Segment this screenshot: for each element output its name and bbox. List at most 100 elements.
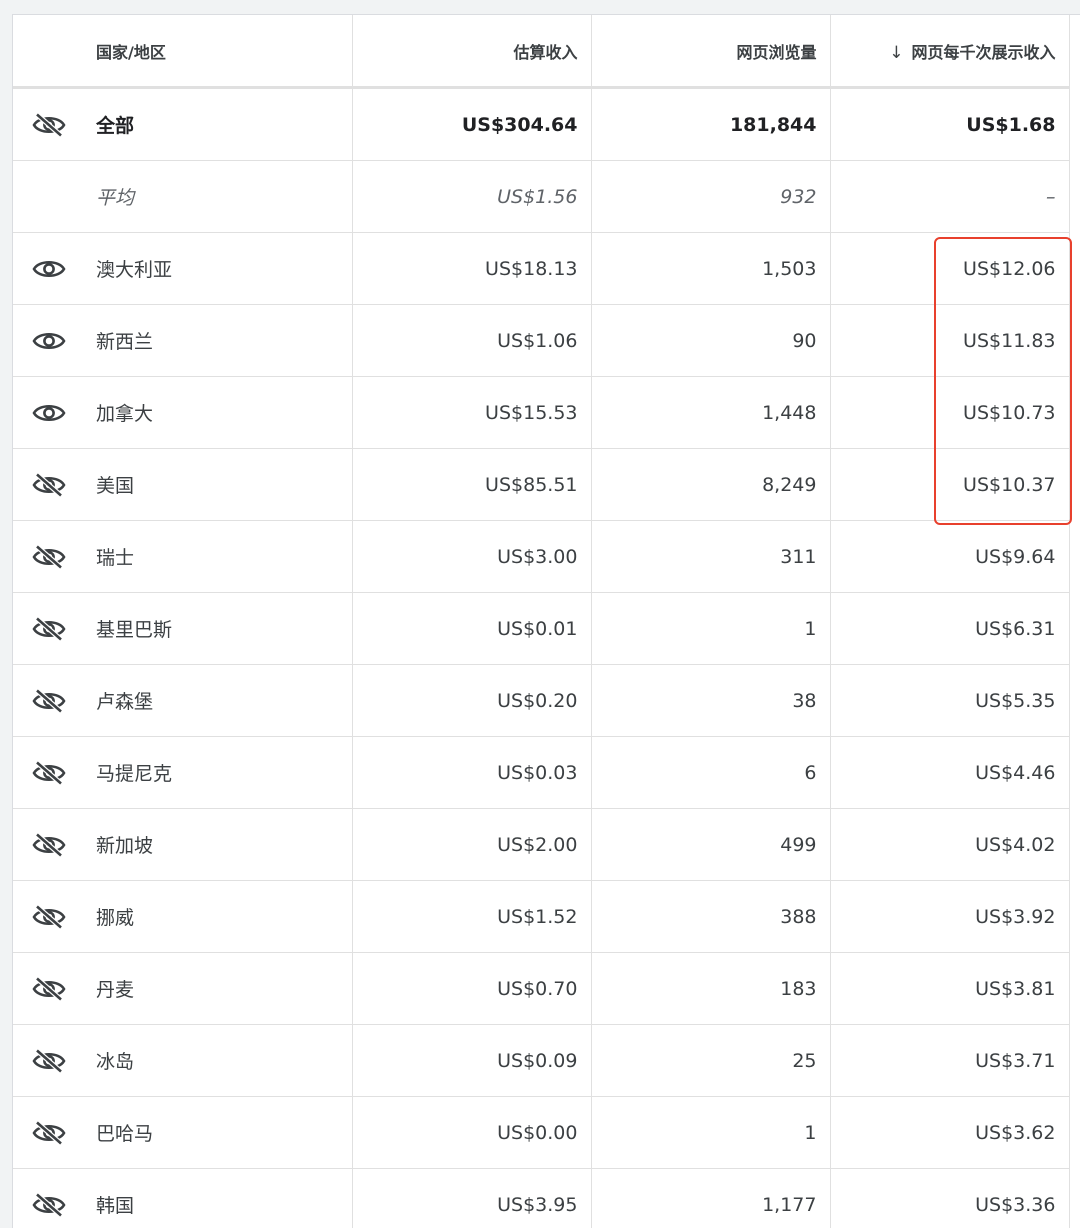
- revenue-cell: US$15.53: [352, 377, 591, 449]
- pageviews-cell: 388: [591, 881, 830, 953]
- eye-off-icon: [32, 545, 66, 569]
- table-row: 基里巴斯US$0.011US$6.31: [13, 593, 1069, 665]
- pageviews-cell: 1,448: [591, 377, 830, 449]
- visibility-toggle[interactable]: [13, 593, 84, 665]
- visibility-toggle[interactable]: [13, 809, 84, 881]
- country-name: 平均: [84, 161, 352, 233]
- rpm-cell: –: [830, 161, 1069, 233]
- visibility-toggle[interactable]: [13, 737, 84, 809]
- table-row: 卢森堡US$0.2038US$5.35: [13, 665, 1069, 737]
- header-rpm[interactable]: ↓网页每千次展示收入: [830, 15, 1069, 88]
- eye-icon: [32, 401, 66, 425]
- rpm-cell: US$5.35: [830, 665, 1069, 737]
- visibility-toggle[interactable]: [13, 665, 84, 737]
- pageviews-cell: 932: [591, 161, 830, 233]
- country-name: 基里巴斯: [84, 593, 352, 665]
- rpm-cell: US$3.36: [830, 1169, 1069, 1228]
- header-pageviews-label: 网页浏览量: [736, 43, 816, 62]
- country-name: 新加坡: [84, 809, 352, 881]
- eye-off-icon: [32, 761, 66, 785]
- revenue-cell: US$85.51: [352, 449, 591, 521]
- table-row: 巴哈马US$0.001US$3.62: [13, 1097, 1069, 1169]
- eye-off-icon: [32, 473, 66, 497]
- rpm-cell: US$3.92: [830, 881, 1069, 953]
- table-row: 韩国US$3.951,177US$3.36: [13, 1169, 1069, 1228]
- eye-off-icon: [32, 977, 66, 1001]
- revenue-cell: US$0.01: [352, 593, 591, 665]
- visibility-toggle[interactable]: [13, 953, 84, 1025]
- rpm-cell: US$4.02: [830, 809, 1069, 881]
- country-name: 丹麦: [84, 953, 352, 1025]
- table-row: 新加坡US$2.00499US$4.02: [13, 809, 1069, 881]
- eye-off-icon: [32, 1049, 66, 1073]
- revenue-cell: US$1.56: [352, 161, 591, 233]
- header-revenue-label: 估算收入: [513, 43, 577, 62]
- revenue-cell: US$1.52: [352, 881, 591, 953]
- table-row: 挪威US$1.52388US$3.92: [13, 881, 1069, 953]
- rpm-cell: US$9.64: [830, 521, 1069, 593]
- table-row: 瑞士US$3.00311US$9.64: [13, 521, 1069, 593]
- pageviews-cell: 311: [591, 521, 830, 593]
- visibility-toggle[interactable]: [13, 233, 84, 305]
- rpm-cell: US$3.71: [830, 1025, 1069, 1097]
- country-name: 瑞士: [84, 521, 352, 593]
- table-row: 美国US$85.518,249US$10.37: [13, 449, 1069, 521]
- visibility-toggle[interactable]: [13, 881, 84, 953]
- visibility-toggle[interactable]: [13, 1097, 84, 1169]
- pageviews-cell: 181,844: [591, 88, 830, 161]
- revenue-cell: US$1.06: [352, 305, 591, 377]
- country-name: 加拿大: [84, 377, 352, 449]
- eye-off-icon: [32, 617, 66, 641]
- header-country[interactable]: 国家/地区: [84, 15, 352, 88]
- visibility-toggle[interactable]: [13, 377, 84, 449]
- revenue-cell: US$0.03: [352, 737, 591, 809]
- pageviews-cell: 1: [591, 593, 830, 665]
- table-header-row: 国家/地区 估算收入 网页浏览量 ↓网页每千次展示收入: [13, 15, 1069, 88]
- rpm-cell: US$6.31: [830, 593, 1069, 665]
- country-name: 冰岛: [84, 1025, 352, 1097]
- table-row: 澳大利亚US$18.131,503US$12.06: [13, 233, 1069, 305]
- eye-off-icon: [32, 689, 66, 713]
- rpm-cell: US$4.46: [830, 737, 1069, 809]
- eye-off-icon: [32, 833, 66, 857]
- revenue-cell: US$0.70: [352, 953, 591, 1025]
- country-name: 挪威: [84, 881, 352, 953]
- rpm-cell: US$3.62: [830, 1097, 1069, 1169]
- empty-icon-cell: [13, 161, 84, 233]
- pageviews-cell: 25: [591, 1025, 830, 1097]
- country-name: 韩国: [84, 1169, 352, 1228]
- revenue-cell: US$0.00: [352, 1097, 591, 1169]
- revenue-cell: US$0.09: [352, 1025, 591, 1097]
- table-row: 丹麦US$0.70183US$3.81: [13, 953, 1069, 1025]
- rpm-cell: US$12.06: [830, 233, 1069, 305]
- revenue-cell: US$2.00: [352, 809, 591, 881]
- visibility-toggle[interactable]: [13, 521, 84, 593]
- visibility-toggle[interactable]: [13, 1169, 84, 1228]
- eye-icon: [32, 329, 66, 353]
- revenue-cell: US$0.20: [352, 665, 591, 737]
- eye-off-icon: [32, 1193, 66, 1217]
- rpm-cell: US$10.37: [830, 449, 1069, 521]
- table-row: 冰岛US$0.0925US$3.71: [13, 1025, 1069, 1097]
- rpm-cell: US$10.73: [830, 377, 1069, 449]
- country-name: 马提尼克: [84, 737, 352, 809]
- visibility-toggle[interactable]: [13, 1025, 84, 1097]
- rpm-cell: US$11.83: [830, 305, 1069, 377]
- country-name: 澳大利亚: [84, 233, 352, 305]
- header-pageviews[interactable]: 网页浏览量: [591, 15, 830, 88]
- table-row: 新西兰US$1.0690US$11.83: [13, 305, 1069, 377]
- pageviews-cell: 8,249: [591, 449, 830, 521]
- visibility-toggle[interactable]: [13, 305, 84, 377]
- table-row: 马提尼克US$0.036US$4.46: [13, 737, 1069, 809]
- country-report-table: 国家/地区 估算收入 网页浏览量 ↓网页每千次展示收入 全部 US$304.64…: [13, 15, 1070, 1228]
- pageviews-cell: 1: [591, 1097, 830, 1169]
- visibility-toggle[interactable]: [13, 88, 84, 161]
- visibility-toggle[interactable]: [13, 449, 84, 521]
- header-rpm-label: 网页每千次展示收入: [911, 43, 1055, 62]
- pageviews-cell: 499: [591, 809, 830, 881]
- header-icon-cell: [13, 15, 84, 88]
- revenue-cell: US$3.95: [352, 1169, 591, 1228]
- report-table-container: 国家/地区 估算收入 网页浏览量 ↓网页每千次展示收入 全部 US$304.64…: [12, 14, 1080, 1228]
- header-revenue[interactable]: 估算收入: [352, 15, 591, 88]
- pageviews-cell: 1,503: [591, 233, 830, 305]
